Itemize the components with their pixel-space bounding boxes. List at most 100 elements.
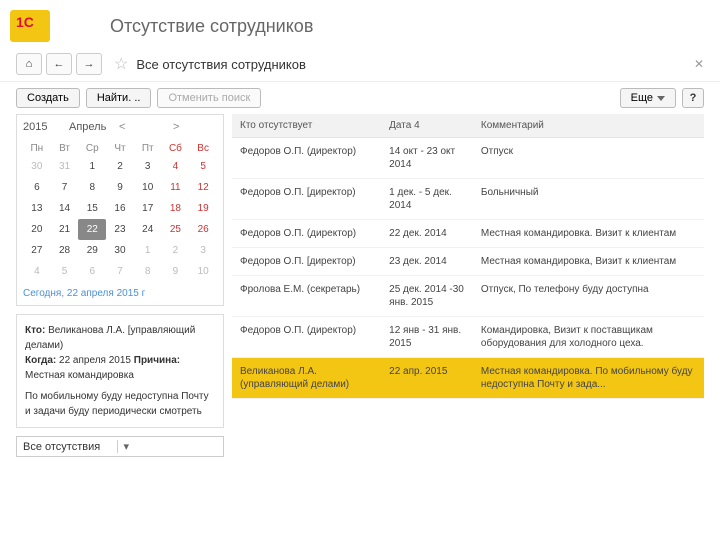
table-cell: 23 дек. 2014 [381,248,473,276]
chevron-down-icon [657,96,665,101]
calendar-day[interactable]: 5 [189,156,217,177]
page-title: Отсутствие сотрудников [110,16,313,37]
calendar-day[interactable]: 29 [78,240,106,261]
close-button[interactable]: ✕ [694,57,704,71]
calendar-day[interactable]: 13 [23,198,51,219]
calendar-day[interactable]: 8 [78,177,106,198]
calendar-day[interactable]: 6 [78,261,106,282]
table-cell: Фролова Е.М. (секретарь) [232,276,381,317]
calendar-dow: Чт [106,141,134,156]
table-cell: 22 дек. 2014 [381,220,473,248]
calendar-year[interactable]: 2015 [23,121,63,133]
calendar-day[interactable]: 20 [23,219,51,240]
help-button[interactable]: ? [682,88,704,108]
calendar-day[interactable]: 10 [134,177,162,198]
calendar-day[interactable]: 1 [134,240,162,261]
calendar-day[interactable]: 9 [106,177,134,198]
today-link[interactable]: Сегодня, 22 апреля 2015 г [23,288,217,299]
calendar-day[interactable]: 27 [23,240,51,261]
calendar-day[interactable]: 1 [78,156,106,177]
calendar-day[interactable]: 8 [134,261,162,282]
star-icon[interactable]: ☆ [114,54,128,74]
calendar-day[interactable]: 30 [106,240,134,261]
calendar-day[interactable]: 4 [162,156,190,177]
table-cell: 1 дек. - 5 дек. 2014 [381,179,473,220]
calendar-day[interactable]: 4 [23,261,51,282]
calendar-day[interactable]: 10 [189,261,217,282]
calendar-day[interactable]: 28 [51,240,79,261]
header: Отсутствие сотрудников [0,0,720,47]
filter-label: Все отсутствия [23,441,117,453]
home-icon: ⌂ [26,58,33,70]
calendar-day[interactable]: 3 [189,240,217,261]
calendar-day[interactable]: 25 [162,219,190,240]
filter-dropdown[interactable]: Все отсутствия ▾ [16,436,224,457]
calendar-day[interactable]: 3 [134,156,162,177]
calendar-day[interactable]: 11 [162,177,190,198]
table-cell: Отпуск [473,138,704,179]
calendar-day[interactable]: 2 [162,240,190,261]
table-row[interactable]: Федоров О.П. [директор)1 дек. - 5 дек. 2… [232,179,704,220]
calendar-dow: Ср [78,141,106,156]
calendar: 2015 Апрель < > ПнВтСрЧтПтСбВс3031123456… [16,114,224,306]
table-cell: Федоров О.П. (директор) [232,138,381,179]
back-button[interactable]: ← [46,53,72,75]
forward-button[interactable]: → [76,53,102,75]
table-cell: Федоров О.П. (директор) [232,317,381,358]
table-cell: 22 апр. 2015 [381,358,473,399]
calendar-day[interactable]: 16 [106,198,134,219]
calendar-day[interactable]: 9 [162,261,190,282]
table-header[interactable]: Комментарий [473,114,704,138]
calendar-day[interactable]: 26 [189,219,217,240]
table-cell: Федоров О.П. (директор) [232,220,381,248]
calendar-day[interactable]: 24 [134,219,162,240]
table-cell: Местная командировка. Визит к клиентам [473,220,704,248]
calendar-prev[interactable]: < [115,121,163,133]
calendar-day[interactable]: 6 [23,177,51,198]
calendar-day[interactable]: 21 [51,219,79,240]
subtitle: Все отсутствия сотрудников [136,57,306,72]
calendar-day[interactable]: 30 [23,156,51,177]
calendar-day[interactable]: 14 [51,198,79,219]
calendar-day[interactable]: 7 [106,261,134,282]
table-cell: Федоров О.П. [директор) [232,248,381,276]
table-row[interactable]: Великанова Л.А. (управляющий делами)22 а… [232,358,704,399]
find-button[interactable]: Найти. .. [86,88,152,108]
calendar-day[interactable]: 12 [189,177,217,198]
table-row[interactable]: Федоров О.П. (директор)22 дек. 2014Местн… [232,220,704,248]
table-row[interactable]: Федоров О.П. (директор)14 окт - 23 окт 2… [232,138,704,179]
more-button[interactable]: Еще [620,88,676,108]
table-cell: 14 окт - 23 окт 2014 [381,138,473,179]
calendar-month[interactable]: Апрель [69,121,109,133]
table-row[interactable]: Фролова Е.М. (секретарь)25 дек. 2014 -30… [232,276,704,317]
table-row[interactable]: Федоров О.П. (директор)12 янв - 31 янв. … [232,317,704,358]
table-header[interactable]: Кто отсутствует [232,114,381,138]
home-button[interactable]: ⌂ [16,53,42,75]
calendar-next[interactable]: > [169,121,217,133]
table-cell: Местная командировка. По мобильному буду… [473,358,704,399]
table-cell: 25 дек. 2014 -30 янв. 2015 [381,276,473,317]
create-button[interactable]: Создать [16,88,80,108]
top-toolbar: ⌂ ← → ☆ Все отсутствия сотрудников ✕ [0,47,720,82]
calendar-dow: Вс [189,141,217,156]
action-bar: Создать Найти. .. Отменить поиск Еще ? [0,82,720,114]
calendar-dow: Вт [51,141,79,156]
table-row[interactable]: Федоров О.П. [директор)23 дек. 2014Местн… [232,248,704,276]
cancel-search-button[interactable]: Отменить поиск [157,88,261,108]
calendar-day[interactable]: 19 [189,198,217,219]
calendar-day[interactable]: 7 [51,177,79,198]
calendar-day[interactable]: 15 [78,198,106,219]
table-cell: Великанова Л.А. (управляющий делами) [232,358,381,399]
table-header[interactable]: Дата 4 [381,114,473,138]
table-cell: Федоров О.П. [директор) [232,179,381,220]
calendar-day[interactable]: 5 [51,261,79,282]
calendar-day[interactable]: 23 [106,219,134,240]
calendar-dow: Пн [23,141,51,156]
calendar-day[interactable]: 18 [162,198,190,219]
calendar-day[interactable]: 17 [134,198,162,219]
calendar-day[interactable]: 2 [106,156,134,177]
calendar-dow: Пт [134,141,162,156]
calendar-day[interactable]: 31 [51,156,79,177]
calendar-day[interactable]: 22 [78,219,106,240]
table-cell: Местная командировка, Визит к клиентам [473,248,704,276]
